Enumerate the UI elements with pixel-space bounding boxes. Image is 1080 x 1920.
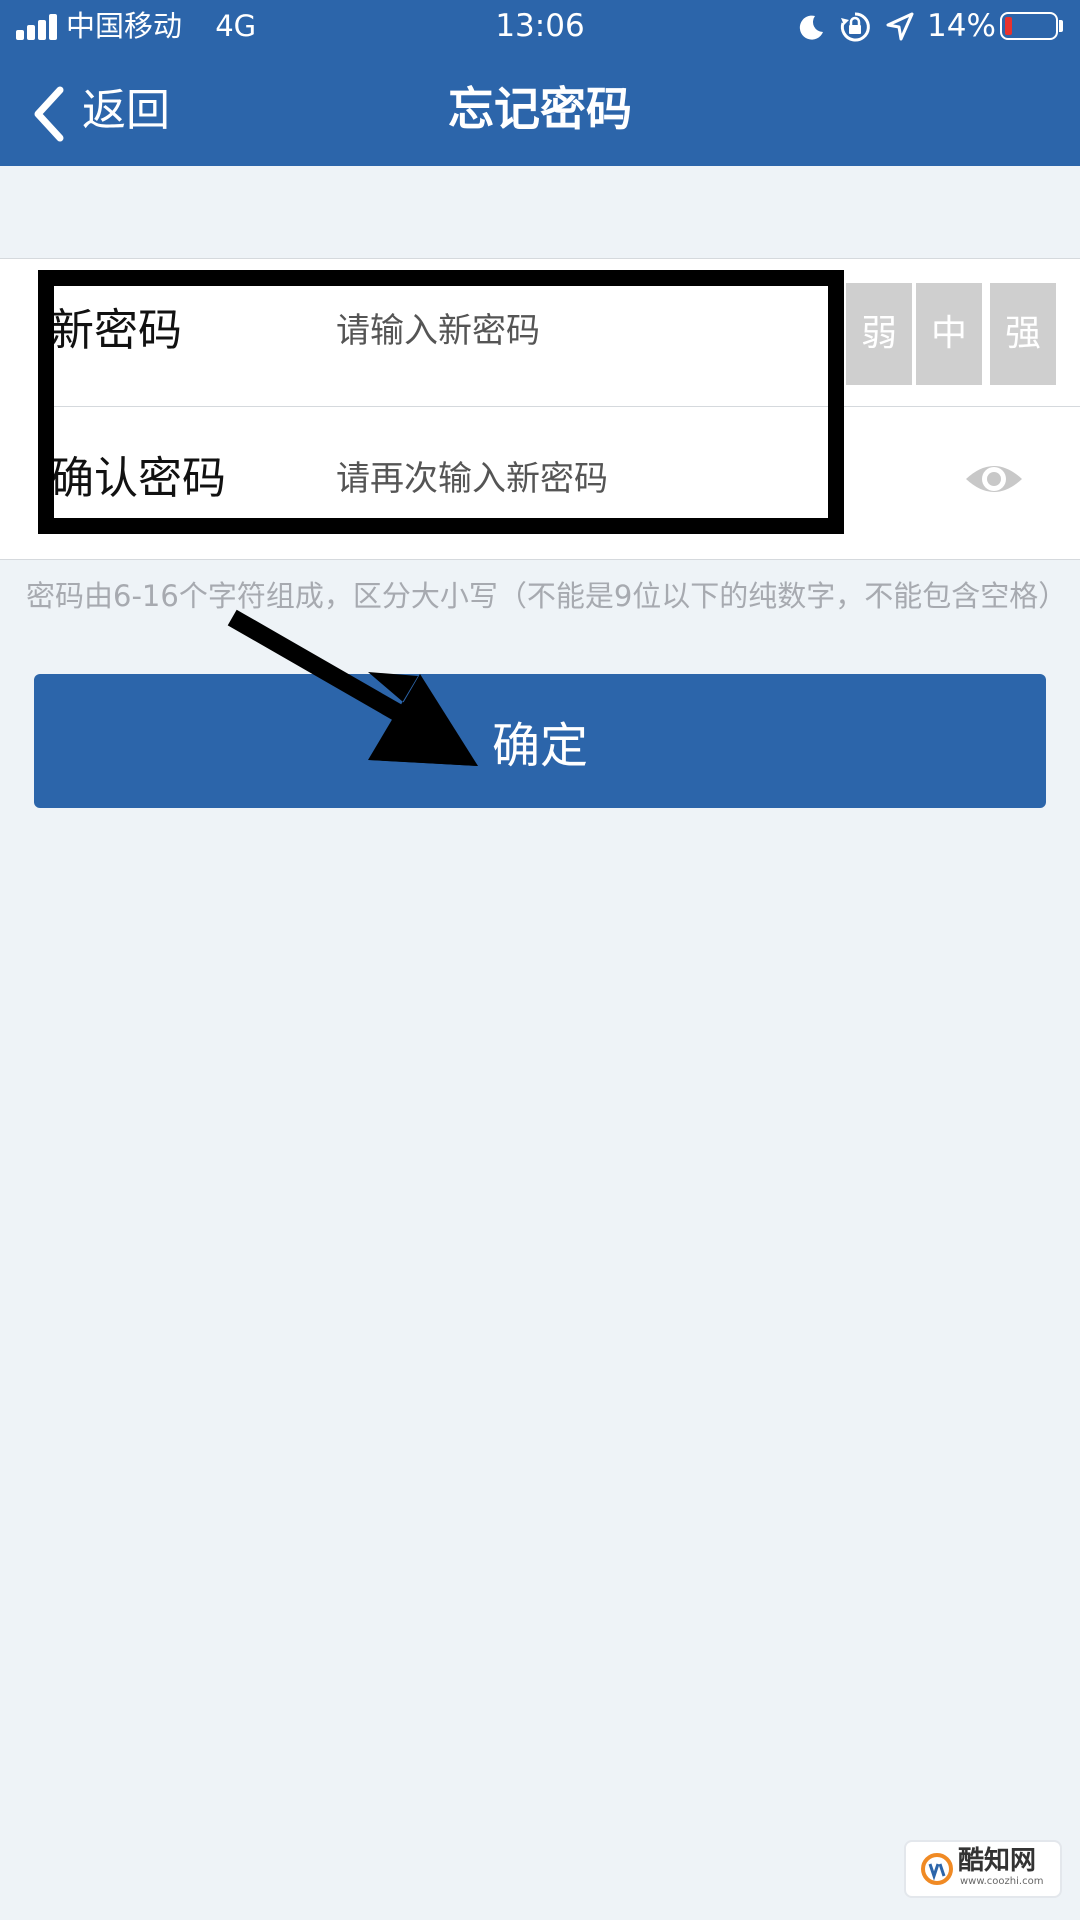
app-header: 中国移动 4G 13:06 14% 返回 忘记密码 — [0, 0, 1080, 166]
show-password-toggle[interactable] — [962, 447, 1026, 511]
eye-icon — [966, 466, 1022, 492]
strength-medium: 中 — [916, 283, 982, 385]
battery-icon — [1000, 12, 1058, 40]
watermark-name: 酷知网 — [958, 1846, 1037, 1876]
status-time: 13:06 — [495, 8, 585, 44]
moon-icon — [799, 15, 823, 40]
rotation-lock-icon — [840, 12, 870, 42]
location-icon — [886, 12, 914, 41]
nav-bar: 返回 忘记密码 — [0, 56, 1080, 166]
confirm-password-row: 确认密码 — [0, 407, 1080, 555]
confirm-password-label: 确认密码 — [50, 453, 226, 504]
new-password-row: 新密码 弱 中 强 — [0, 259, 1080, 407]
strength-strong: 强 — [990, 283, 1056, 385]
watermark-url: www.coozhi.com — [960, 1876, 1044, 1887]
confirm-password-input[interactable] — [336, 451, 816, 507]
password-hint: 密码由6-16个字符组成，区分大小写（不能是9位以下的纯数字，不能包含空格） — [26, 579, 1068, 613]
confirm-button[interactable]: 确定 — [34, 674, 1046, 808]
watermark: 酷知网 www.coozhi.com — [904, 1840, 1062, 1898]
battery-percentage: 14% — [927, 8, 996, 44]
status-bar: 中国移动 4G 13:06 14% — [0, 0, 1080, 56]
new-password-label: 新密码 — [50, 305, 182, 356]
battery-level — [1005, 17, 1012, 35]
battery-tip — [1059, 20, 1063, 32]
strength-weak: 弱 — [846, 283, 912, 385]
page-title: 忘记密码 — [448, 82, 632, 136]
coozhi-logo-icon — [921, 1853, 953, 1885]
password-form: 新密码 弱 中 强 确认密码 — [0, 258, 1080, 560]
new-password-input[interactable] — [336, 303, 816, 359]
